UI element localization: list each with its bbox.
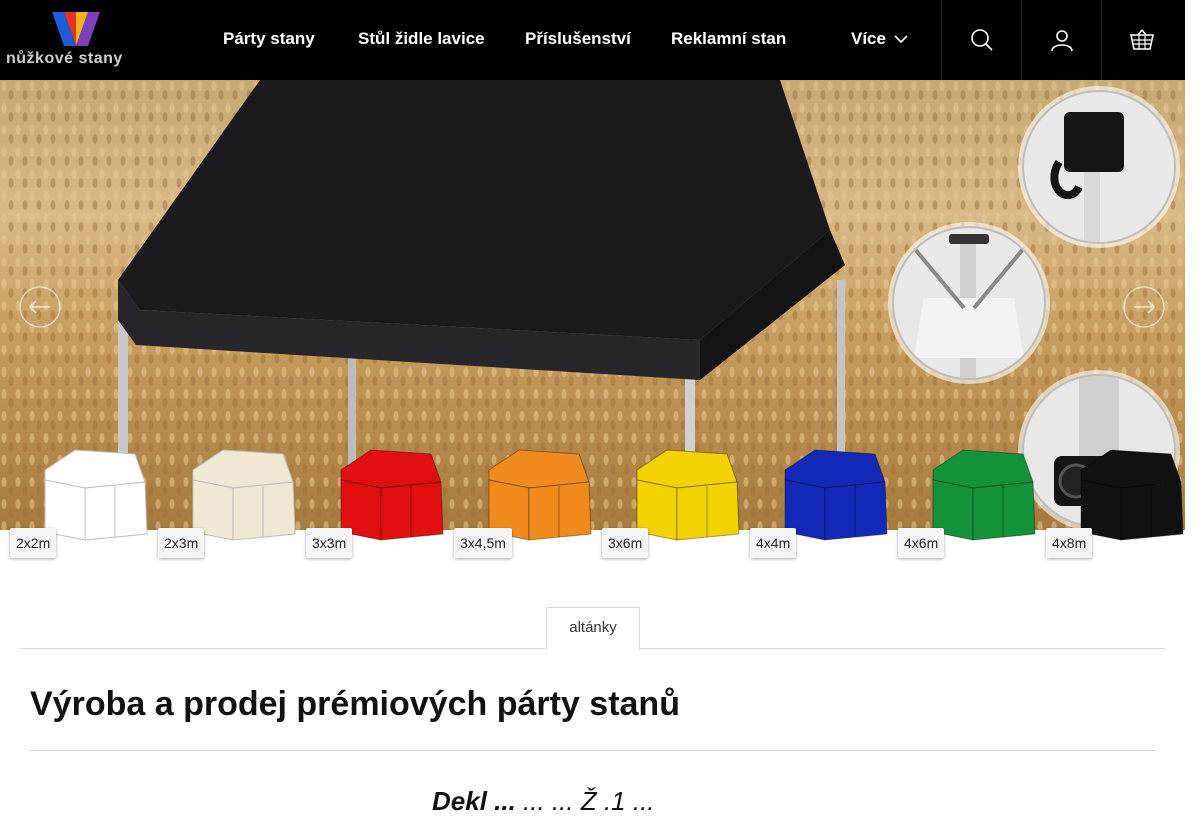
- site-header: nůžkové stany Párty stany Stůl židle lav…: [0, 0, 1185, 80]
- nav-reklamni-stan[interactable]: Reklamní stan: [671, 29, 786, 49]
- logo-mark-icon: [52, 12, 100, 46]
- slider-next-button[interactable]: [1122, 285, 1166, 329]
- nav-prislusenstvi[interactable]: Příslušenství: [525, 29, 631, 49]
- cart-button[interactable]: [1101, 0, 1182, 80]
- search-icon: [971, 29, 993, 51]
- detail-pole-image: [892, 226, 1046, 380]
- size-label[interactable]: 3x4,5m: [454, 528, 512, 558]
- size-label[interactable]: 3x3m: [306, 528, 353, 558]
- size-label[interactable]: 4x8m: [1046, 528, 1093, 558]
- nav-more-label: Více: [851, 29, 886, 48]
- slider-prev-button[interactable]: [18, 285, 62, 329]
- nav-party-stany[interactable]: Párty stany: [223, 29, 315, 49]
- search-button[interactable]: [941, 0, 1022, 80]
- logo-text: nůžkové stany: [6, 50, 123, 67]
- logo[interactable]: nůžkové stany: [6, 12, 146, 70]
- size-label[interactable]: 3x6m: [602, 528, 649, 558]
- title-divider: [30, 750, 1155, 751]
- size-label[interactable]: 2x3m: [158, 528, 205, 558]
- size-label[interactable]: 4x4m: [750, 528, 797, 558]
- page-subtitle-rest: ... ... Ž .1 ...: [523, 786, 655, 816]
- account-button[interactable]: [1021, 0, 1102, 80]
- user-icon: [1051, 30, 1073, 52]
- detail-bracket-image: [1022, 90, 1176, 244]
- chevron-down-icon: [894, 35, 908, 44]
- page-subtitle-bold: Dekl ...: [432, 786, 516, 816]
- cart-icon: [1130, 29, 1154, 50]
- nav-stul-zidle-lavice[interactable]: Stůl židle lavice: [358, 29, 485, 49]
- tab-altanky[interactable]: altánky: [546, 607, 640, 651]
- nav-more[interactable]: Více: [851, 29, 908, 49]
- page-title: Výroba a prodej prémiových párty stanů: [30, 685, 680, 723]
- page-subtitle: Dekl ... ... ... Ž .1 ...: [432, 786, 655, 817]
- size-label[interactable]: 2x2m: [10, 528, 57, 558]
- size-label[interactable]: 4x6m: [898, 528, 945, 558]
